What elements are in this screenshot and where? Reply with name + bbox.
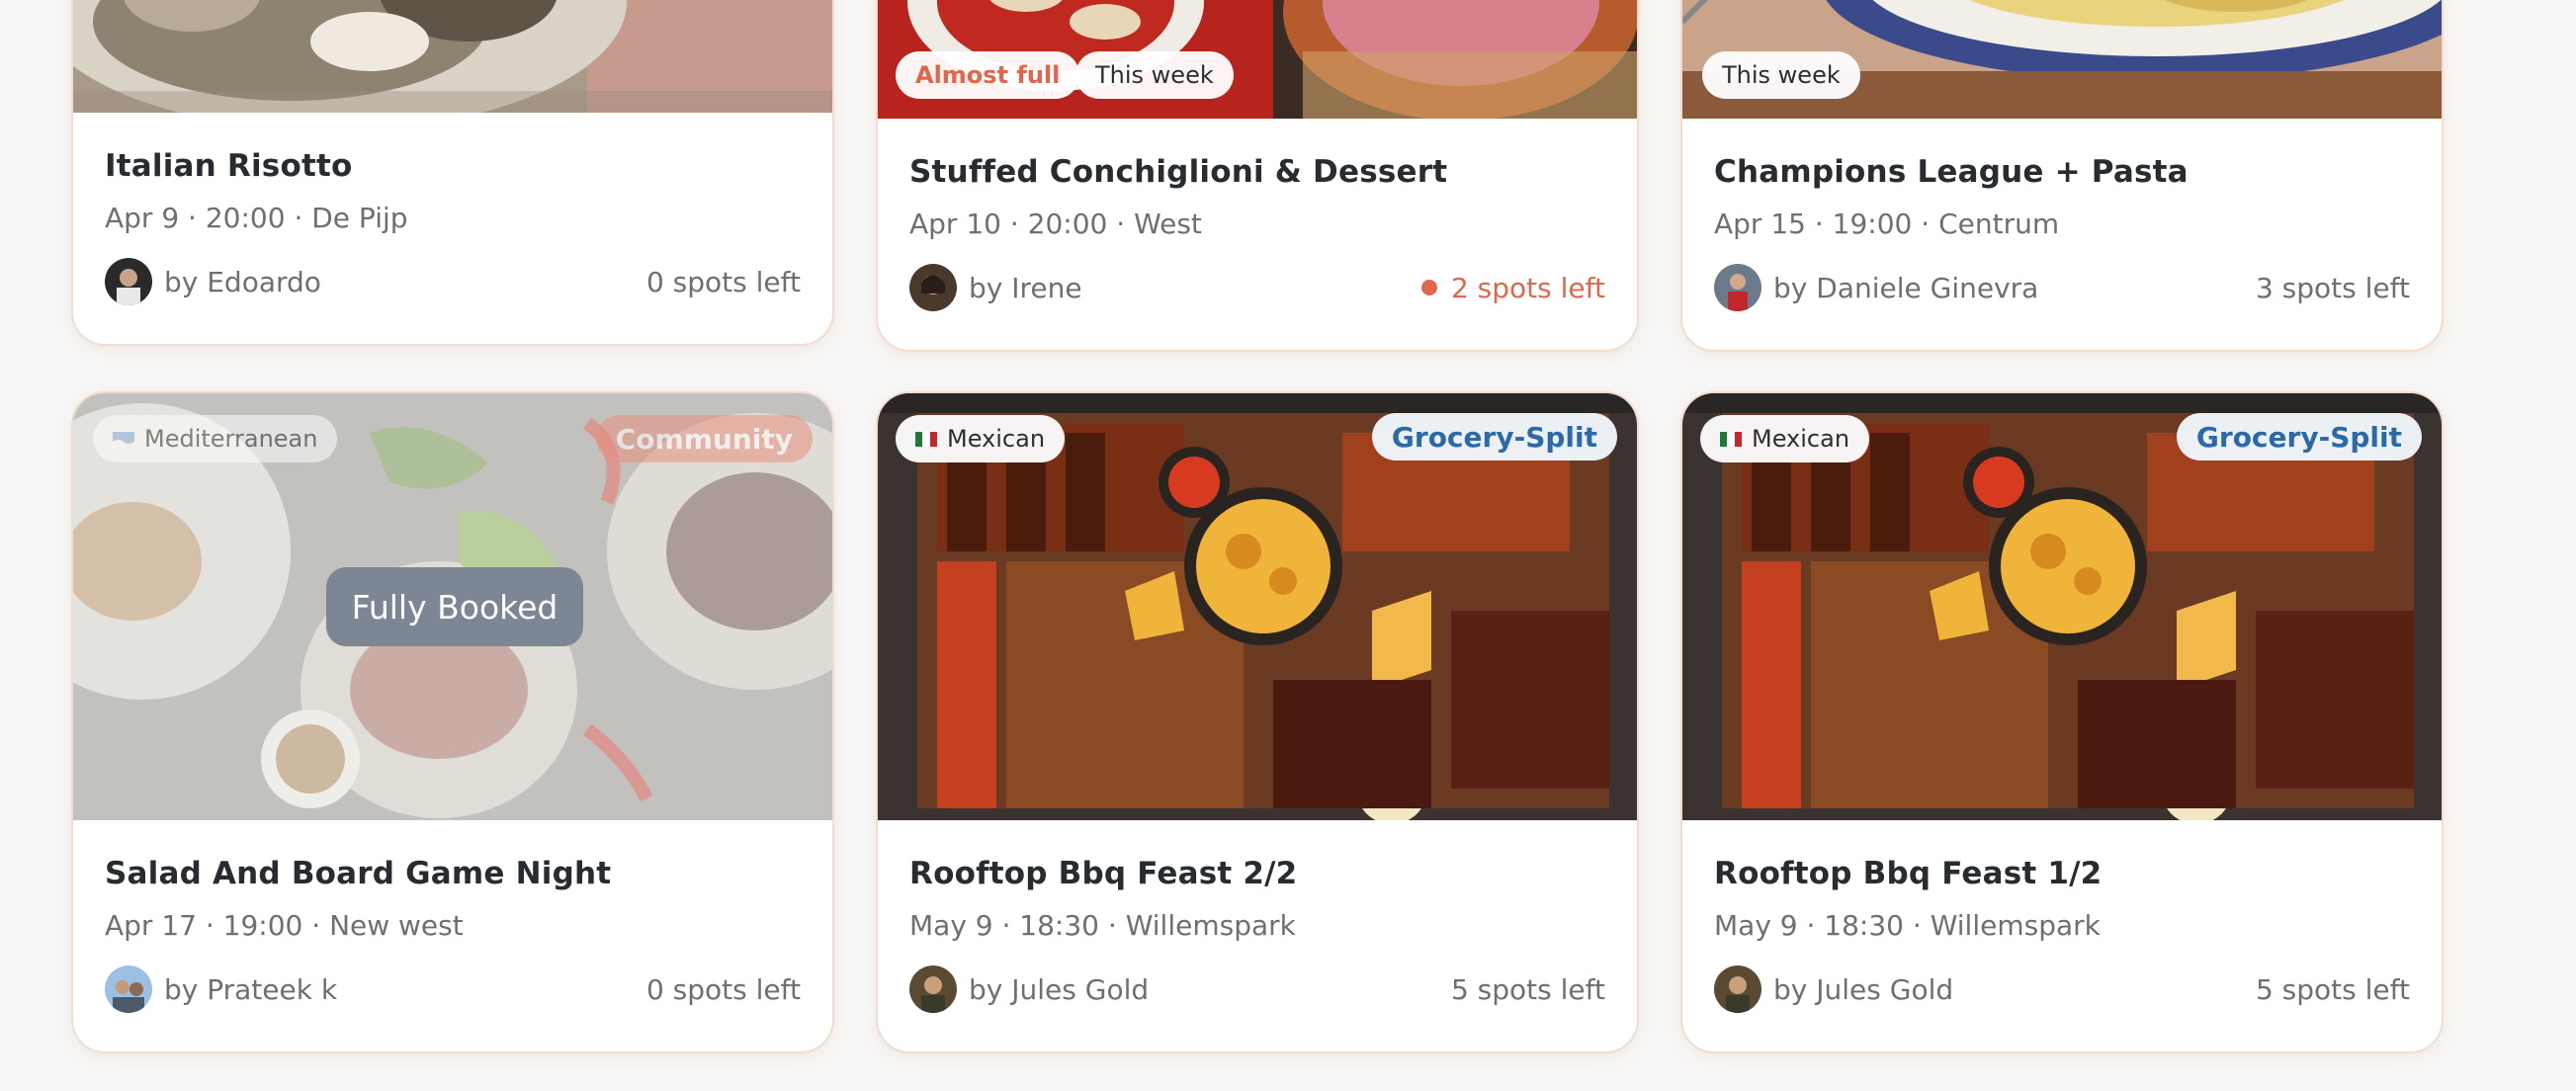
event-card[interactable]: Almost full This week Stuffed Conchiglio… (876, 0, 1639, 352)
cuisine-badge: Mexican (896, 415, 1066, 462)
cuisine-badge: Mexican (1700, 415, 1870, 462)
event-host[interactable]: by Prateek k (105, 965, 337, 1013)
tag-badge: Grocery-Split (2176, 413, 2422, 461)
event-host[interactable]: by Daniele Ginevra (1714, 264, 2038, 311)
host-name: by Jules Gold (969, 972, 1150, 1006)
event-photo: Almost full This week (878, 0, 1637, 119)
event-host[interactable]: by Jules Gold (909, 965, 1149, 1013)
avatar (105, 965, 152, 1013)
urgent-dot-icon (1420, 280, 1437, 295)
event-meta: Apr 9 · 20:00 · De Pijp (105, 202, 408, 234)
avatar (1714, 264, 1761, 311)
host-name: by Jules Gold (1773, 972, 1954, 1006)
event-host[interactable]: by Irene (909, 264, 1082, 311)
event-photo (73, 0, 832, 113)
spots-left: 0 spots left (645, 972, 801, 1006)
tag-badge: Community (595, 415, 813, 462)
event-photo: Mexican Grocery-Split (878, 393, 1637, 820)
spots-left: 5 spots left (1450, 972, 1605, 1006)
event-card[interactable]: Italian Risotto Apr 9 · 20:00 · De Pijp … (71, 0, 834, 346)
event-meta: Apr 10 · 20:00 · West (909, 208, 1202, 240)
tag-badge: Grocery-Split (1371, 413, 1617, 461)
event-photo: Mediterranean Community Fully Booked (73, 393, 832, 820)
host-name: by Irene (969, 271, 1082, 304)
event-title: Rooftop Bbq Feast 1/2 (1714, 856, 2103, 891)
avatar (1714, 965, 1761, 1013)
badge-this-week: This week (1075, 51, 1234, 99)
event-meta: Apr 17 · 19:00 · New west (105, 909, 464, 942)
event-meta: May 9 · 18:30 · Willemspark (909, 909, 1296, 942)
host-name: by Daniele Ginevra (1773, 271, 2039, 304)
event-title: Champions League + Pasta (1714, 154, 2189, 190)
event-title: Rooftop Bbq Feast 2/2 (909, 856, 1298, 891)
event-card[interactable]: Mexican Grocery-Split Rooftop Bbq Feast … (876, 391, 1639, 1053)
mexico-flag-icon (1720, 431, 1742, 447)
cuisine-badge: Mediterranean (93, 415, 338, 462)
wave-flag-icon (113, 431, 134, 447)
avatar (909, 264, 957, 311)
avatar (909, 965, 957, 1013)
event-title: Stuffed Conchiglioni & Dessert (909, 154, 1448, 190)
event-meta: Apr 15 · 19:00 · Centrum (1714, 208, 2060, 240)
event-host[interactable]: by Jules Gold (1714, 965, 1953, 1013)
spots-left: 5 spots left (2255, 972, 2410, 1006)
event-host[interactable]: by Edoardo (105, 258, 321, 305)
event-card[interactable]: This week Champions League + Pasta Apr 1… (1680, 0, 2444, 352)
event-photo: Mexican Grocery-Split (1682, 393, 2442, 820)
event-card[interactable]: Mediterranean Community Fully Booked Sal… (71, 391, 834, 1053)
event-card[interactable]: Mexican Grocery-Split Rooftop Bbq Feast … (1680, 391, 2444, 1053)
mexico-flag-icon (915, 431, 937, 447)
fully-booked-badge: Fully Booked (326, 567, 583, 646)
event-title: Salad And Board Game Night (105, 856, 612, 891)
badge-this-week: This week (1702, 51, 1860, 99)
event-photo: This week (1682, 0, 2442, 119)
host-name: by Prateek k (164, 972, 338, 1006)
badge-almost-full: Almost full (896, 51, 1080, 99)
event-meta: May 9 · 18:30 · Willemspark (1714, 909, 2101, 942)
avatar (105, 258, 152, 305)
event-title: Italian Risotto (105, 148, 353, 184)
host-name: by Edoardo (164, 265, 321, 298)
spots-left: 3 spots left (2255, 271, 2410, 304)
spots-left: 2 spots left (1420, 272, 1605, 304)
spots-left: 0 spots left (645, 265, 801, 298)
